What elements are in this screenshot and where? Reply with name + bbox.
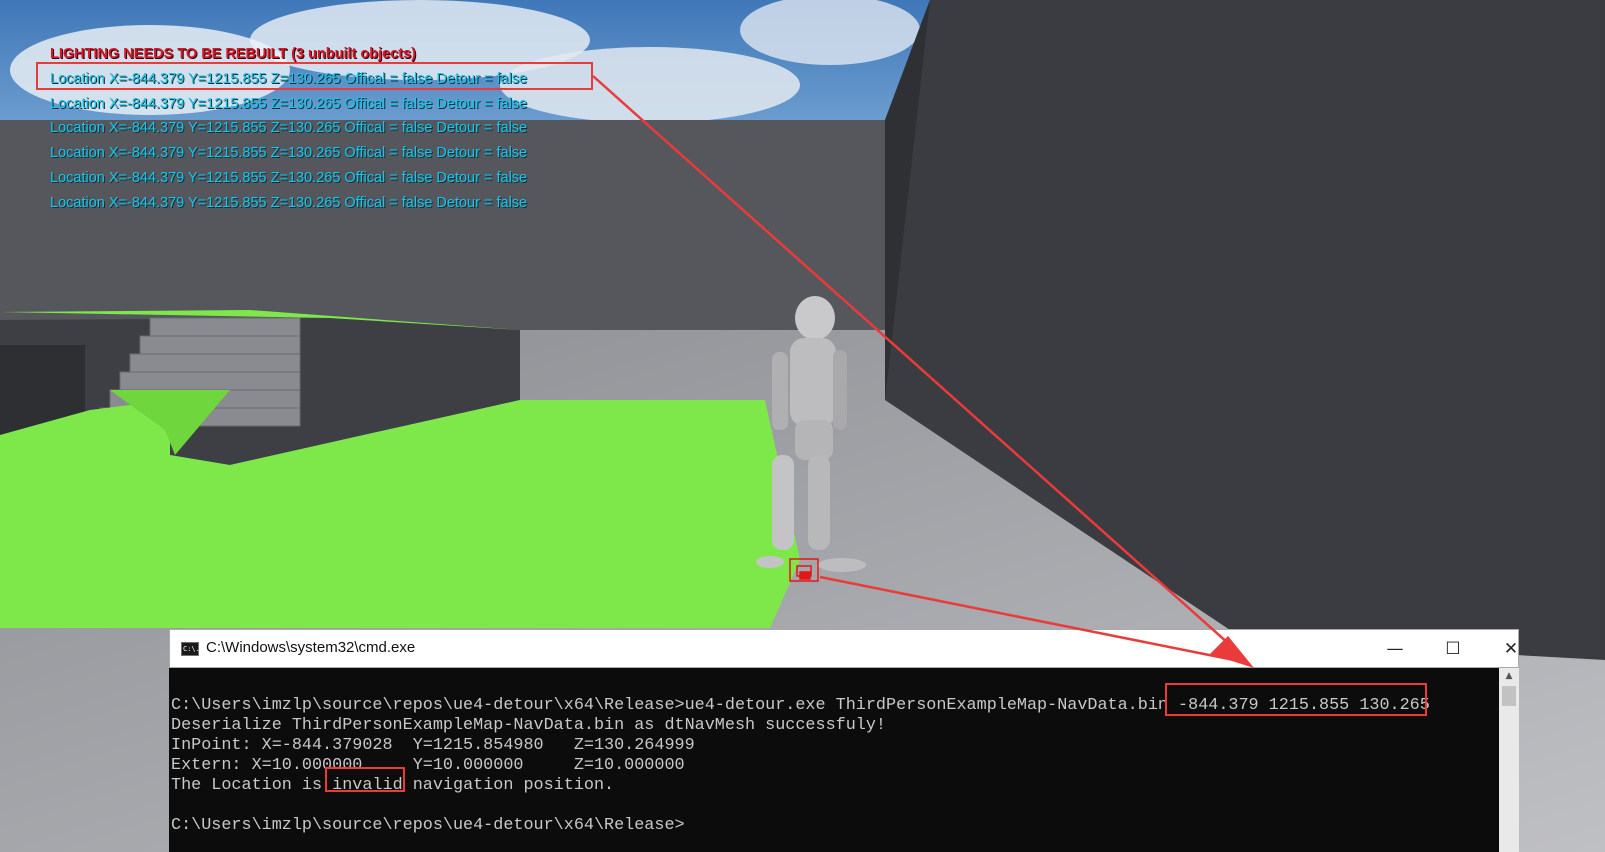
maximize-button[interactable]: ☐ [1430, 630, 1476, 668]
hud-log-line: Location X=-844.379 Y=1215.855 Z=130.265… [50, 70, 528, 87]
hud-log-line: Location X=-844.379 Y=1215.855 Z=130.265… [50, 169, 528, 186]
close-button[interactable]: ✕ [1488, 630, 1534, 668]
cmd-title-bar[interactable]: C:\. C:\Windows\system32\cmd.exe — ☐ ✕ [169, 629, 1519, 668]
navmesh-area [0, 400, 800, 628]
cmd-window-title: C:\Windows\system32\cmd.exe [206, 639, 416, 656]
hud-log-line: Location X=-844.379 Y=1215.855 Z=130.265… [50, 95, 528, 112]
cmd-output-line: Deserialize ThirdPersonExampleMap-NavDat… [171, 716, 886, 735]
scroll-thumb[interactable] [1502, 686, 1516, 706]
cmd-prompt-line: C:\Users\imzlp\source\repos\ue4-detour\x… [171, 816, 685, 835]
cmd-output[interactable]: C:\Users\imzlp\source\repos\ue4-detour\x… [169, 668, 1499, 852]
scroll-up-icon[interactable]: ▲ [1499, 668, 1519, 684]
result-suffix: navigation position. [402, 776, 615, 795]
cmd-output-line: InPoint: X=-844.379028 Y=1215.854980 Z=1… [171, 736, 695, 755]
hud-log-line: Location X=-844.379 Y=1215.855 Z=130.265… [50, 145, 528, 162]
command-text: C:\Users\imzlp\source\repos\ue4-detour\x… [171, 696, 1179, 715]
hud-log-overlay: LIGHTING NEEDS TO BE REBUILT (3 unbuilt … [50, 42, 527, 216]
hud-log-line: Location X=-844.379 Y=1215.855 Z=130.265… [50, 194, 528, 211]
command-coordinates: -844.379 1215.855 130.265 [1178, 696, 1430, 715]
cmd-window[interactable]: C:\. C:\Windows\system32\cmd.exe — ☐ ✕ C… [169, 629, 1519, 852]
cmd-result-line: The Location is invalid navigation posit… [171, 776, 614, 796]
hud-log-line: Location X=-844.379 Y=1215.855 Z=130.265… [50, 120, 528, 137]
result-invalid-word: invalid [332, 776, 403, 795]
cmd-icon: C:\. [181, 642, 200, 656]
result-prefix: The Location is [171, 776, 333, 795]
lighting-warning: LIGHTING NEEDS TO BE REBUILT (3 unbuilt … [50, 46, 416, 62]
cmd-output-line: Extern: X=10.000000 Y=10.000000 Z=10.000… [171, 756, 685, 775]
cmd-scrollbar[interactable]: ▲ [1499, 668, 1519, 852]
minimize-button[interactable]: — [1372, 630, 1418, 668]
cmd-command-line: C:\Users\imzlp\source\repos\ue4-detour\x… [171, 696, 1430, 716]
